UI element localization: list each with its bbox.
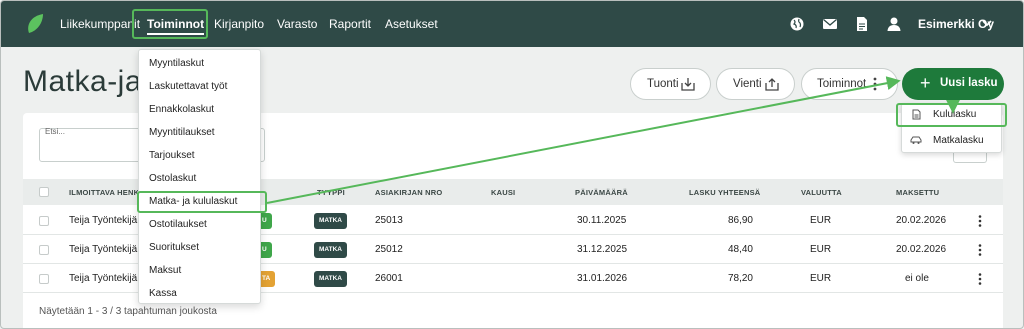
row-checkbox[interactable] [39,274,49,284]
menu-item-myyntilaskut[interactable]: Myyntilaskut [149,58,204,69]
menu-item-ennakkolaskut[interactable]: Ennakkolaskut [149,104,214,115]
cell-doc-no: 25013 [375,215,403,226]
cell-reporter: Teija Työntekijä [69,273,138,284]
cell-total: 78,20 [727,273,753,284]
cell-paid: 20.02.2026 [896,215,947,226]
import-icon [681,78,695,91]
cell-date: 31.12.2025 [577,244,628,255]
export-icon [765,78,779,91]
header-type[interactable]: TYYPPI [317,188,345,197]
cell-date: 31.01.2026 [577,273,628,284]
nav-item-liikekumppanit[interactable]: Liikekumppanit [60,17,140,31]
menu-highlight-box [137,191,267,213]
menu-item-ostotilaukset[interactable]: Ostotilaukset [149,219,207,230]
menu-item-laskutettavat-tyot[interactable]: Laskutettavat työt [149,81,227,92]
actions-button[interactable]: Toiminnot [801,68,898,100]
plus-icon: + [920,73,931,93]
type-badge: MATKA [314,242,347,258]
globe-icon[interactable] [789,16,805,32]
cell-doc-no: 26001 [375,273,403,284]
chevron-down-icon[interactable] [982,19,992,27]
select-all-checkbox[interactable] [39,187,49,197]
type-badge: MATKA [314,213,347,229]
cell-currency: EUR [810,244,832,255]
cell-total: 48,40 [727,244,753,255]
menu-item-tarjoukset[interactable]: Tarjoukset [149,150,195,161]
nav-item-kirjanpito[interactable]: Kirjanpito [214,17,264,31]
header-date[interactable]: PÄIVÄMÄÄRÄ [575,188,628,197]
nav-highlight-box [132,9,208,39]
row-checkbox[interactable] [39,216,49,226]
cell-paid: 20.02.2026 [896,244,947,255]
new-invoice-button[interactable]: + Uusi lasku [902,68,1004,100]
mail-icon[interactable] [822,16,838,32]
cell-reporter: Teija Työntekijä [69,244,138,255]
cell-reporter: Teija Työntekijä [69,215,138,226]
nav-item-raportit[interactable]: Raportit [329,17,371,31]
header-paid[interactable]: MAKSETTU [896,188,939,197]
more-vertical-icon [873,77,877,91]
document-icon[interactable] [854,16,870,32]
new-menu-highlight-box [896,103,1007,127]
nav-item-asetukset[interactable]: Asetukset [385,17,438,31]
cell-date: 30.11.2025 [577,215,627,226]
export-label: Vienti [733,78,762,90]
row-checkbox[interactable] [39,245,49,255]
menu-item-ostolaskut[interactable]: Ostolaskut [149,173,196,184]
menu-item-maksut[interactable]: Maksut [149,265,181,276]
cell-total: 86,90 [727,215,753,226]
user-icon[interactable] [886,16,902,32]
app-window: Liikekumppanit Toiminnot Kirjanpito Vara… [0,0,1024,329]
type-badge: MATKA [314,271,347,287]
header-total[interactable]: LASKU YHTEENSÄ [689,188,760,197]
leaf-logo-icon[interactable] [25,13,45,35]
car-icon [910,136,922,144]
new-invoice-label: Uusi lasku [940,77,998,89]
header-period[interactable]: KAUSI [491,188,515,197]
nav-item-varasto[interactable]: Varasto [277,17,317,31]
cell-paid: ei ole [905,273,929,284]
import-label: Tuonti [647,78,679,90]
header-doc-no[interactable]: ASIAKIRJAN NRO [375,188,442,197]
cell-currency: EUR [810,273,832,284]
row-more-icon[interactable] [978,273,982,285]
cell-doc-no: 25012 [375,244,403,255]
menu-item-kassa[interactable]: Kassa [149,288,177,299]
header-currency[interactable]: VALUUTTA [801,188,842,197]
export-button[interactable]: Vienti [716,68,795,100]
row-more-icon[interactable] [978,215,982,227]
row-more-icon[interactable] [978,244,982,256]
import-button[interactable]: Tuonti [630,68,711,100]
menu-item-myyntitilaukset[interactable]: Myyntitilaukset [149,127,215,138]
menu-item-matkalasku[interactable]: Matkalasku [933,135,984,146]
pagination-summary: Näytetään 1 - 3 / 3 tapahtuman joukosta [39,306,217,317]
toiminnot-dropdown-menu: Myyntilaskut Laskutettavat työt Ennakkol… [138,49,261,304]
actions-label: Toiminnot [817,78,867,90]
search-label: Etsi... [45,127,66,136]
menu-item-suoritukset[interactable]: Suoritukset [149,242,199,253]
cell-currency: EUR [810,215,832,226]
